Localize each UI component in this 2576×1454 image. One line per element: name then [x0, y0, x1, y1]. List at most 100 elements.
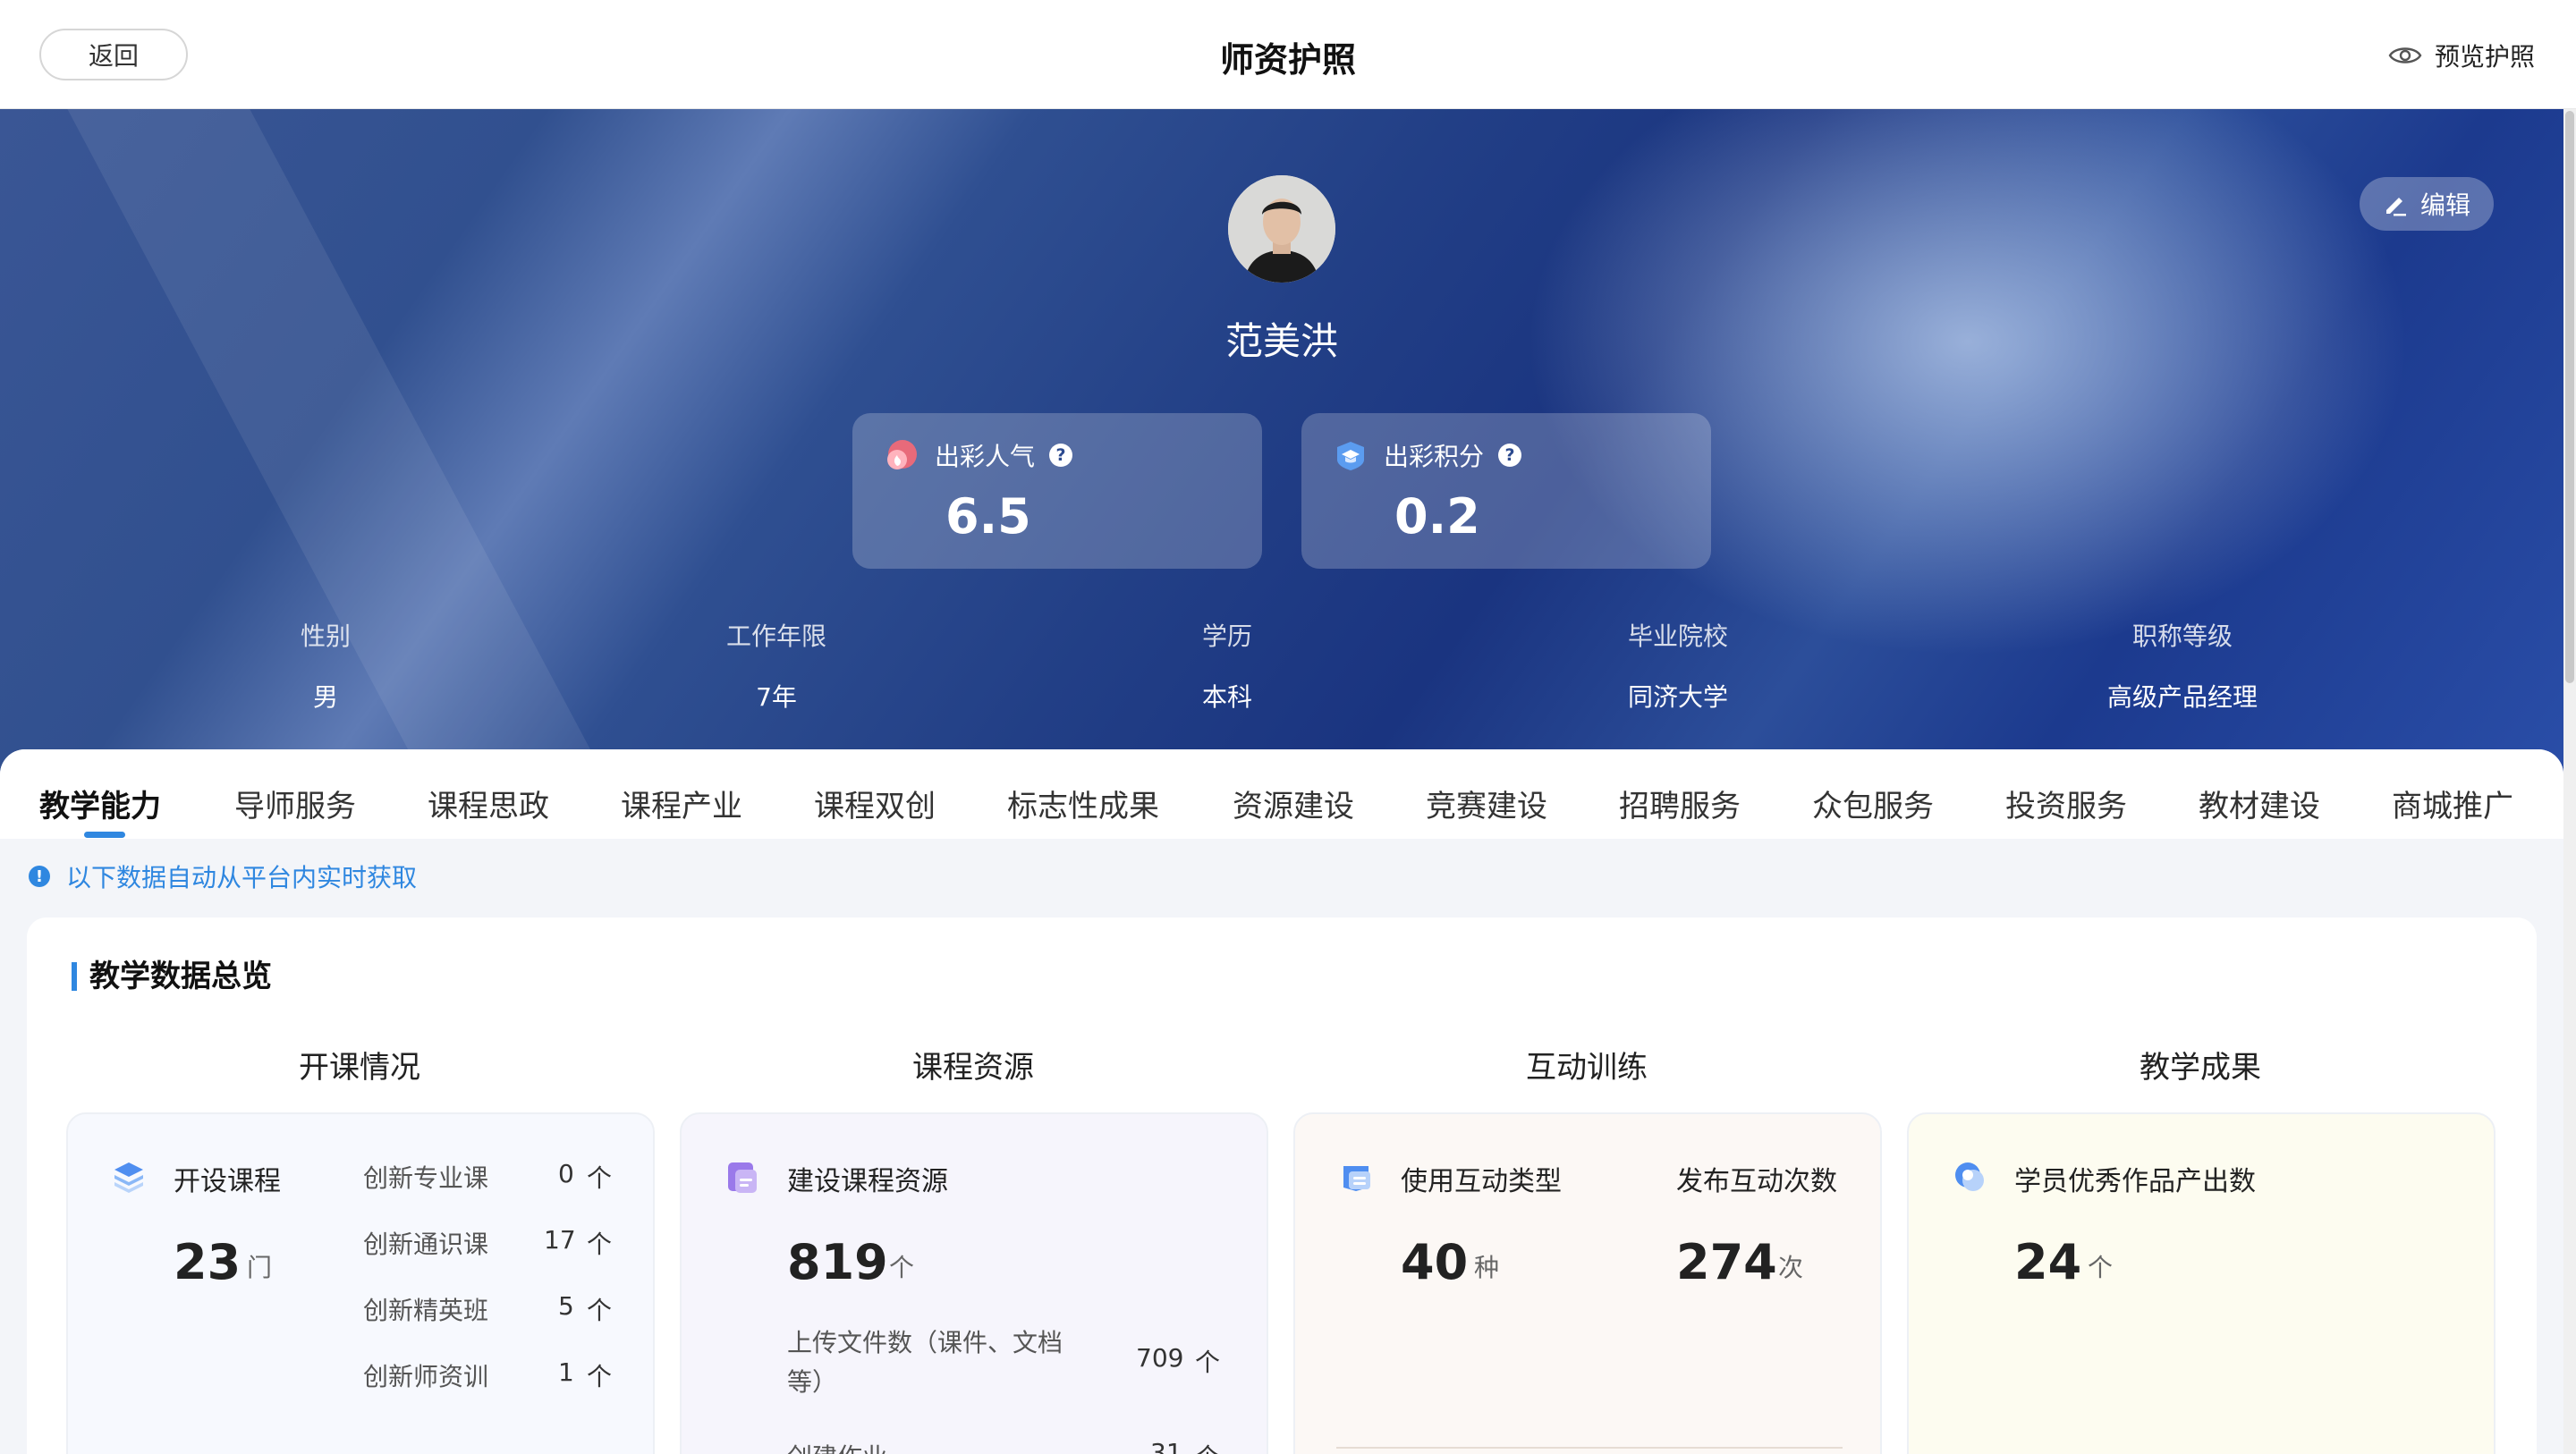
- scrollbar[interactable]: [2563, 109, 2576, 1454]
- course-unit: 门: [247, 1253, 273, 1282]
- help-icon[interactable]: ?: [1498, 444, 1522, 467]
- tab-course-ideology[interactable]: 课程思政: [428, 782, 549, 825]
- sub-unit: 个: [587, 1163, 613, 1193]
- scrollbar-thumb[interactable]: [2565, 111, 2574, 683]
- points-label: 出彩积分: [1384, 442, 1485, 471]
- info-key: 职称等级: [2131, 621, 2233, 651]
- sub-label: 创新精英班: [363, 1296, 489, 1325]
- sub-value: 17: [544, 1225, 576, 1255]
- tab-textbook[interactable]: 教材建设: [2199, 782, 2320, 825]
- popularity-value: 6.5: [945, 488, 1031, 545]
- info-icon: !: [29, 866, 50, 887]
- top-bar: 返回 师资护照 预览护照: [0, 0, 2576, 109]
- chat-icon: [1343, 1166, 1370, 1191]
- achievement-count: 24: [2014, 1234, 2082, 1290]
- interaction-count-label: 发布互动次数: [1676, 1166, 1837, 1197]
- sub-label: 创新专业课: [363, 1163, 489, 1193]
- sub-label: 上传文件数（课件、文档等）: [787, 1328, 1063, 1397]
- pencil-icon: [2385, 198, 2406, 216]
- chart-baseline: [1336, 1447, 1843, 1449]
- sub-value: 5: [558, 1291, 574, 1321]
- sub-unit: 个: [587, 1230, 613, 1259]
- active-tab-indicator: [84, 832, 125, 838]
- tab-mall-promotion[interactable]: 商城推广: [2392, 782, 2513, 825]
- info-gender: 性别 男: [191, 617, 460, 714]
- popularity-label: 出彩人气: [935, 442, 1036, 471]
- resource-count: 819: [787, 1234, 888, 1290]
- tab-crowdsourcing[interactable]: 众包服务: [1812, 782, 1934, 825]
- interaction-count-unit: 次: [1778, 1253, 1804, 1282]
- info-key: 学历: [1201, 621, 1252, 651]
- avatar: [1228, 175, 1335, 283]
- info-work-years: 工作年限 7年: [642, 617, 911, 714]
- interaction-type-count: 40: [1401, 1234, 1469, 1290]
- sub-value: 31: [1150, 1438, 1182, 1454]
- course-resource-card: 建设课程资源 819 个 上传文件数（课件、文档等） 709 个 创建作业 31…: [680, 1112, 1268, 1454]
- info-key: 性别: [300, 621, 351, 651]
- tab-teaching-ability[interactable]: 教学能力: [39, 782, 161, 825]
- award-icon: [1955, 1162, 1984, 1191]
- achievement-card: 学员优秀作品产出数 24 个: [1907, 1112, 2496, 1454]
- tab-course-industry[interactable]: 课程产业: [621, 782, 742, 825]
- achievement-unit: 个: [2088, 1253, 2114, 1282]
- help-icon[interactable]: ?: [1049, 444, 1073, 467]
- tab-recruitment[interactable]: 招聘服务: [1619, 782, 1741, 825]
- sub-value: 0: [558, 1159, 574, 1188]
- content-panel: 教学能力 导师服务 课程思政 课程产业 课程双创 标志性成果 资源建设 竞赛建设…: [0, 749, 2563, 1454]
- info-value: 同济大学: [1627, 682, 1728, 712]
- data-notice: ! 以下数据自动从平台内实时获取: [29, 858, 417, 894]
- info-education: 学历 本科: [1093, 617, 1361, 714]
- sub-unit: 个: [1195, 1348, 1221, 1377]
- fire-icon: [887, 440, 917, 469]
- stack-icon: [114, 1162, 143, 1193]
- column-heading: 互动训练: [1526, 1050, 1648, 1086]
- eye-icon: [2388, 47, 2422, 63]
- info-school: 毕业院校 同济大学: [1544, 617, 1812, 714]
- resource-unit: 个: [889, 1253, 915, 1282]
- sub-label: 创新师资训: [363, 1362, 489, 1391]
- points-card: 出彩积分 ? 0.2: [1301, 413, 1711, 569]
- info-value: 高级产品经理: [2106, 682, 2258, 712]
- interaction-count: 274: [1676, 1234, 1777, 1290]
- tab-mentor-service[interactable]: 导师服务: [234, 782, 356, 825]
- course-count: 23: [174, 1234, 242, 1290]
- tab-landmark-results[interactable]: 标志性成果: [1007, 782, 1159, 825]
- column-heading: 教学成果: [2140, 1050, 2261, 1086]
- sub-unit: 个: [587, 1296, 613, 1325]
- info-key: 工作年限: [725, 621, 826, 651]
- preview-passport-button[interactable]: 预览护照: [2388, 38, 2535, 73]
- tab-investment[interactable]: 投资服务: [2005, 782, 2127, 825]
- graduation-cap-icon: [1337, 442, 1364, 470]
- profile-hero: 编辑 范美洪 出彩人气 ? 6.5 出彩积分 ? 0.2 性别 男 工作年限 7…: [0, 109, 2563, 789]
- column-heading: 课程资源: [912, 1050, 1034, 1086]
- popularity-card: 出彩人气 ? 6.5: [852, 413, 1262, 569]
- achievement-label: 学员优秀作品产出数: [2014, 1166, 2256, 1197]
- interaction-card: 使用互动类型 40 种 发布互动次数 274 次: [1293, 1112, 1882, 1454]
- points-value: 0.2: [1394, 488, 1480, 545]
- tab-course-innovation[interactable]: 课程双创: [814, 782, 936, 825]
- interaction-type-unit: 种: [1474, 1253, 1500, 1282]
- document-icon: [728, 1162, 757, 1193]
- resource-label: 建设课程资源: [787, 1166, 948, 1197]
- info-value: 男: [312, 682, 338, 712]
- section-title: 教学数据总览: [72, 961, 272, 992]
- column-heading: 开课情况: [299, 1050, 420, 1086]
- notice-text: 以下数据自动从平台内实时获取: [66, 863, 418, 892]
- edit-button[interactable]: 编辑: [2360, 177, 2494, 231]
- info-value: 本科: [1201, 682, 1252, 712]
- user-name: 范美洪: [1224, 319, 1338, 363]
- preview-label: 预览护照: [2434, 42, 2535, 72]
- course-label: 开设课程: [174, 1166, 281, 1197]
- sub-label: 创建作业: [787, 1438, 887, 1454]
- tab-competition-building[interactable]: 竞赛建设: [1426, 782, 1547, 825]
- sub-value: 709: [1136, 1343, 1184, 1373]
- sub-label: 创新通识课: [363, 1230, 489, 1259]
- sub-value: 1: [558, 1357, 574, 1387]
- course-offering-card: 开设课程 23 门 创新专业课 0 个 创新通识课 17 个 创新精英班 5 个…: [66, 1112, 655, 1454]
- edit-label: 编辑: [2419, 190, 2470, 220]
- teaching-overview: 教学数据总览 开课情况 课程资源 互动训练 教学成果 开设课程 23 门 创新专…: [27, 917, 2537, 1454]
- info-key: 毕业院校: [1627, 621, 1728, 651]
- sub-unit: 个: [587, 1362, 613, 1391]
- tab-resource-building[interactable]: 资源建设: [1233, 782, 1354, 825]
- sub-unit: 个: [1195, 1438, 1220, 1454]
